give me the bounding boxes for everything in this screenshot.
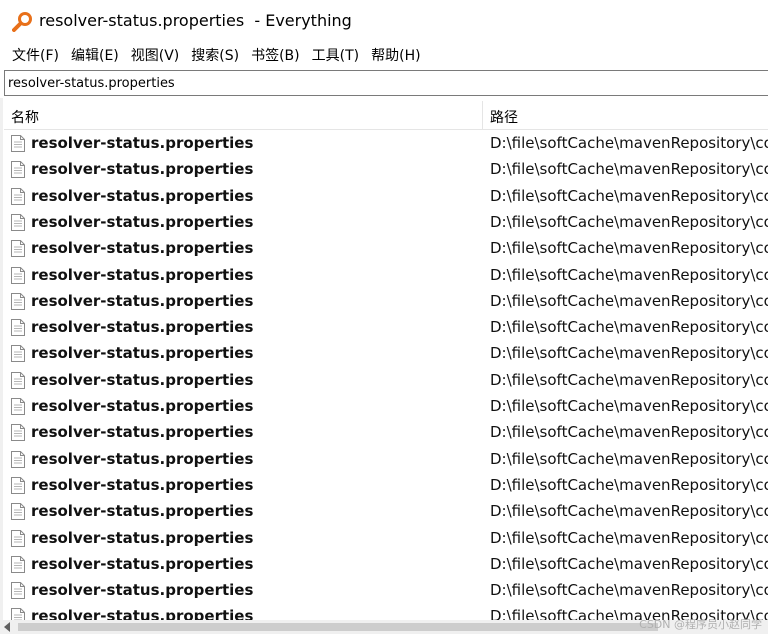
file-name: resolver-status.properties (31, 265, 254, 284)
file-name: resolver-status.properties (31, 370, 254, 389)
document-icon (11, 398, 25, 415)
file-name: resolver-status.properties (31, 581, 254, 600)
file-name: resolver-status.properties (31, 607, 254, 620)
file-path: D:\file\softCache\mavenRepository\co (490, 134, 768, 152)
document-icon (11, 450, 25, 468)
file-name: resolver-status.properties (31, 160, 254, 179)
result-row[interactable]: resolver-status.properties D:\file\softCa… (4, 447, 768, 473)
result-row[interactable]: resolver-status.properties D:\file\softCa… (4, 420, 768, 446)
results-list[interactable]: resolver-status.properties D:\file\softCa… (4, 131, 768, 620)
menu-item[interactable]: 帮助(H) (365, 45, 426, 65)
horizontal-scrollbar[interactable]: CSDN @程序员小赵同学 (0, 618, 768, 634)
column-header-name[interactable]: 名称 (11, 107, 39, 127)
search-box[interactable] (4, 70, 768, 96)
file-path: D:\file\softCache\mavenRepository\co (490, 212, 768, 231)
search-input[interactable] (5, 72, 748, 94)
window-title: resolver-status.properties - Everything (39, 11, 352, 30)
menu-item[interactable]: 文件(F) (6, 45, 65, 65)
menu-item[interactable]: 搜索(S) (185, 45, 245, 65)
result-row[interactable]: resolver-status.properties D:\file\softCa… (4, 315, 768, 341)
list-header: 名称 路径 (4, 101, 768, 130)
file-path: D:\file\softCache\mavenRepository\co (490, 265, 768, 284)
result-row[interactable]: resolver-status.properties D:\file\softCa… (4, 289, 768, 315)
file-path: D:\file\softCache\mavenRepository\co (490, 423, 768, 442)
file-name: resolver-status.properties (31, 475, 254, 494)
menu-bar: 文件(F) 编辑(E) 视图(V) 搜索(S) 书签(B) 工具(T) 帮助(H) (0, 42, 768, 68)
title-bar: resolver-status.properties - Everything (0, 0, 768, 42)
file-path: D:\file\softCache\mavenRepository\co (490, 291, 768, 310)
document-icon (11, 503, 25, 521)
scroll-left-arrow-icon[interactable] (4, 622, 10, 632)
result-row[interactable]: resolver-status.properties D:\file\softCa… (4, 552, 768, 578)
left-edge (0, 98, 3, 620)
scrollbar-thumb[interactable] (18, 623, 658, 631)
file-name: resolver-status.properties (31, 212, 254, 231)
file-name: resolver-status.properties (31, 318, 254, 337)
document-icon (11, 529, 25, 547)
document-icon (11, 424, 25, 442)
file-name: resolver-status.properties (31, 239, 254, 258)
file-path: D:\file\softCache\mavenRepository\co (490, 344, 768, 363)
file-path: D:\file\softCache\mavenRepository\co (490, 475, 768, 494)
result-row[interactable]: resolver-status.properties D:\file\softCa… (4, 473, 768, 499)
document-icon (11, 266, 25, 284)
file-name: resolver-status.properties (31, 554, 254, 573)
document-icon (11, 345, 25, 363)
file-path: D:\file\softCache\mavenRepository\co (490, 370, 768, 389)
file-name: resolver-status.properties (31, 344, 254, 363)
result-row[interactable]: resolver-status.properties D:\file\softCa… (4, 368, 768, 394)
result-row[interactable]: resolver-status.properties D:\file\softCa… (4, 157, 768, 183)
result-row[interactable]: resolver-status.properties D:\file\softCa… (4, 499, 768, 525)
document-icon (11, 187, 25, 205)
menu-item[interactable]: 视图(V) (125, 45, 186, 65)
file-path: D:\file\softCache\mavenRepository\co (490, 397, 768, 415)
file-path: D:\file\softCache\mavenRepository\co (490, 502, 768, 521)
column-divider[interactable] (482, 101, 483, 129)
magnifier-icon (12, 12, 32, 32)
file-path: D:\file\softCache\mavenRepository\co (490, 554, 768, 573)
file-path: D:\file\softCache\mavenRepository\co (490, 318, 768, 337)
watermark-text: CSDN @程序员小赵同学 (639, 618, 762, 631)
document-icon (11, 608, 25, 620)
file-name: resolver-status.properties (31, 291, 254, 310)
result-row[interactable]: resolver-status.properties D:\file\softCa… (4, 394, 768, 420)
result-row[interactable]: resolver-status.properties D:\file\softCa… (4, 263, 768, 289)
menu-item[interactable]: 书签(B) (245, 45, 306, 65)
document-icon (11, 292, 25, 310)
file-name: resolver-status.properties (31, 186, 254, 205)
file-name: resolver-status.properties (31, 134, 254, 152)
file-path: D:\file\softCache\mavenRepository\co (490, 581, 768, 600)
file-path: D:\file\softCache\mavenRepository\co (490, 186, 768, 205)
document-icon (11, 319, 25, 337)
document-icon (11, 582, 25, 600)
result-row[interactable]: resolver-status.properties D:\file\softCa… (4, 236, 768, 262)
column-header-path[interactable]: 路径 (490, 107, 518, 127)
file-name: resolver-status.properties (31, 528, 254, 547)
file-name: resolver-status.properties (31, 423, 254, 442)
file-path: D:\file\softCache\mavenRepository\co (490, 239, 768, 258)
result-row[interactable]: resolver-status.properties D:\file\softCa… (4, 526, 768, 552)
document-icon (11, 161, 25, 179)
result-row[interactable]: resolver-status.properties D:\file\softCa… (4, 341, 768, 367)
result-row[interactable]: resolver-status.properties D:\file\softCa… (4, 578, 768, 604)
file-name: resolver-status.properties (31, 502, 254, 521)
result-row[interactable]: resolver-status.properties D:\file\softCa… (4, 184, 768, 210)
file-path: D:\file\softCache\mavenRepository\co (490, 160, 768, 179)
menu-item[interactable]: 编辑(E) (65, 45, 125, 65)
menu-item[interactable]: 工具(T) (306, 45, 365, 65)
document-icon (11, 240, 25, 258)
document-icon (11, 555, 25, 573)
file-name: resolver-status.properties (31, 397, 254, 415)
file-name: resolver-status.properties (31, 449, 254, 468)
document-icon (11, 135, 25, 152)
document-icon (11, 371, 25, 389)
file-path: D:\file\softCache\mavenRepository\co (490, 449, 768, 468)
file-path: D:\file\softCache\mavenRepository\co (490, 528, 768, 547)
document-icon (11, 476, 25, 494)
result-row[interactable]: resolver-status.properties D:\file\softCa… (4, 131, 768, 157)
result-row[interactable]: resolver-status.properties D:\file\softCa… (4, 210, 768, 236)
document-icon (11, 213, 25, 231)
